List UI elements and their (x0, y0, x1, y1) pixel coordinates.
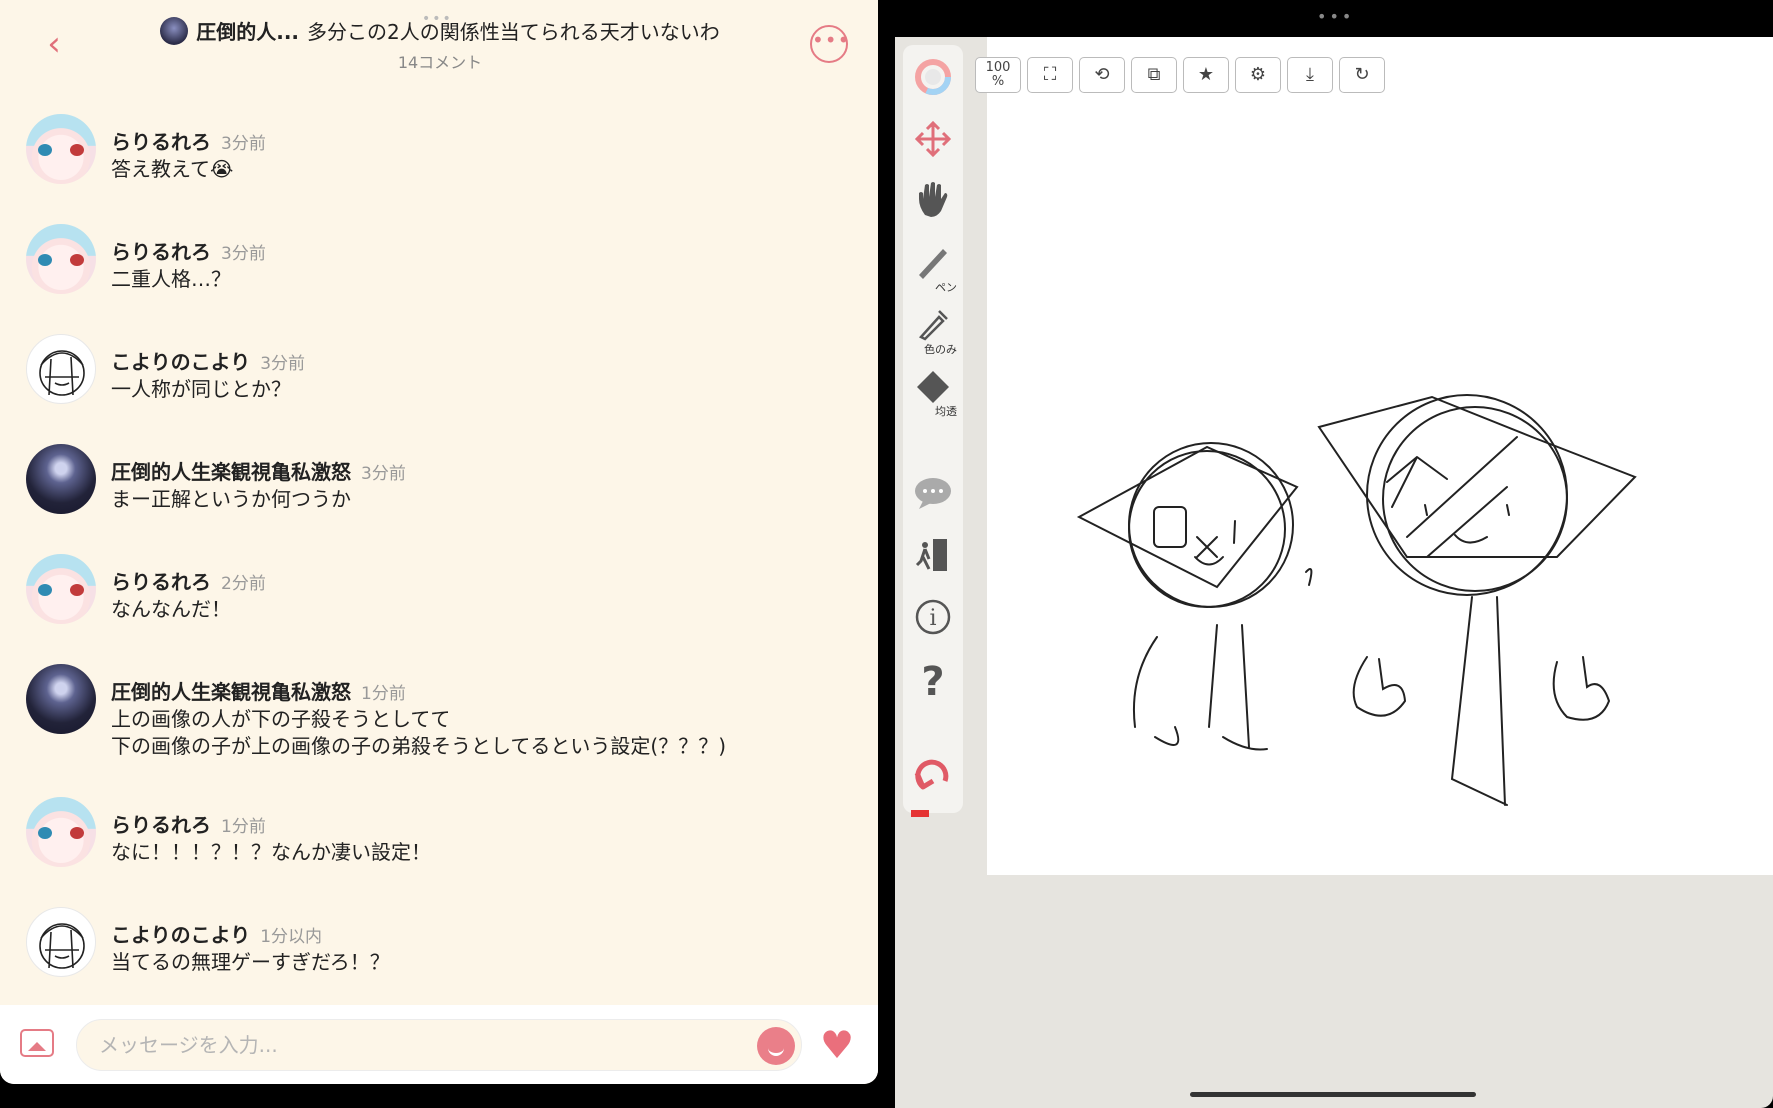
tool-label-eyedropper: 色のみ (924, 343, 957, 356)
top-toolbar: 100 % ⛶ ⟲ ⧉ ★ ⚙ ⤓ ↻ (975, 57, 1385, 93)
chevron-left-icon: ‹ (47, 24, 61, 64)
comment-text: 答え教えて😭 (111, 157, 234, 181)
flip-icon[interactable]: ⧉ (1131, 57, 1177, 93)
comment-header: 圧倒的人生楽観視亀私激怒 3分前 (111, 456, 406, 485)
tool-label-pen: ペン (935, 281, 957, 294)
comment-header: 圧倒的人生楽観視亀私激怒 1分前 (111, 676, 406, 705)
comment-count: 14コメント (397, 53, 483, 72)
more-options-button[interactable]: ••• (810, 25, 851, 63)
comment-text: 二重人格…？ (111, 267, 231, 291)
comment-time: 3分前 (221, 134, 266, 154)
comment-panel: ••• ‹ 圧倒的人... 多分この2人の関係性当てられる天才いないわ 14コメ… (0, 0, 878, 1084)
comment-text: なんなんだ！ (111, 597, 231, 621)
comment-time: 1分以内 (260, 927, 323, 947)
comment-header: らりるれろ 1分前 (111, 809, 266, 838)
avatar[interactable] (26, 444, 96, 514)
star-icon[interactable]: ★ (1183, 57, 1229, 93)
back-button[interactable]: ‹ (36, 24, 72, 64)
chat-icon[interactable] (903, 475, 963, 525)
comment-header: らりるれろ 3分前 (111, 236, 266, 265)
avatar[interactable] (26, 907, 96, 977)
hand-icon[interactable] (903, 179, 963, 229)
sketch-drawing (1076, 394, 1637, 806)
undo-icon[interactable] (903, 757, 963, 807)
comment-text: まー正解というか何つうか (111, 487, 351, 511)
avatar[interactable] (160, 16, 189, 45)
svg-text:i: i (929, 606, 936, 631)
avatar[interactable] (26, 554, 96, 624)
comment-author[interactable]: 圧倒的人生楽観視亀私激怒 (111, 460, 351, 484)
post-header: 圧倒的人... 多分この2人の関係性当てられる天才いないわ 14コメント (140, 16, 740, 73)
comment-time: 2分前 (221, 574, 266, 594)
comment-header: こよりのこより 3分前 (111, 346, 305, 375)
drawing-app: ペン 色のみ 均透 i ? 100 % ⛶ ⟲ ⧉ ★ ⚙ ⤓ ↻ (895, 37, 1773, 1108)
comment-time: 1分前 (361, 684, 406, 704)
comment-time: 3分前 (260, 354, 306, 374)
comment-author[interactable]: らりるれろ (111, 240, 211, 264)
zoom-button[interactable]: 100 % (975, 57, 1021, 93)
zoom-label: 100 % (985, 60, 1011, 89)
message-input-bar: ♥ (0, 1005, 878, 1084)
home-indicator-right (1190, 1092, 1476, 1097)
comment-header: らりるれろ 3分前 (111, 126, 266, 155)
side-toolbar: ペン 色のみ 均透 i ? (903, 45, 963, 817)
message-input[interactable] (76, 1019, 802, 1071)
download-icon[interactable]: ⤓ (1287, 57, 1333, 93)
smile-icon[interactable] (757, 1027, 795, 1065)
fit-screen-icon[interactable]: ⛶ (1027, 57, 1073, 93)
comment-time: 1分前 (221, 817, 266, 837)
eraser-icon[interactable]: 均透 (903, 365, 963, 418)
comment-header: こよりのこより 1分以内 (111, 919, 322, 948)
comment-text: 一人称が同じとか？ (111, 377, 291, 401)
comment-time: 3分前 (361, 464, 406, 484)
exit-icon[interactable] (903, 535, 963, 585)
image-icon[interactable] (20, 1029, 54, 1057)
avatar[interactable] (26, 334, 96, 404)
comment-author[interactable]: こよりのこより (111, 350, 250, 374)
comment-author[interactable]: こよりのこより (111, 923, 250, 947)
undo-indicator (911, 810, 929, 817)
help-icon[interactable]: ? (903, 657, 963, 707)
post-author[interactable]: 圧倒的人... (196, 16, 299, 45)
comment-header: らりるれろ 2分前 (111, 566, 266, 595)
comment-author[interactable]: らりるれろ (111, 130, 211, 154)
more-horizontal-icon: ••• (812, 28, 851, 52)
comment-time: 3分前 (221, 244, 266, 264)
info-icon[interactable]: i (903, 597, 963, 647)
avatar[interactable] (26, 224, 96, 294)
avatar[interactable] (26, 664, 96, 734)
color-wheel-icon[interactable] (903, 59, 963, 109)
comment-text: 上の画像の人が下の子殺そうとしてて 下の画像の子が上の画像の子の弟殺そうとしてる… (111, 707, 727, 758)
comment-author[interactable]: 圧倒的人生楽観視亀私激怒 (111, 680, 351, 704)
move-icon[interactable] (903, 119, 963, 169)
comment-author[interactable]: らりるれろ (111, 813, 211, 837)
post-title: 多分この2人の関係性当てられる天才いないわ (307, 20, 720, 44)
comment-author[interactable]: らりるれろ (111, 570, 211, 594)
avatar[interactable] (26, 114, 96, 184)
comment-text: なに！！！？！？なんか凄い設定！ (111, 840, 431, 864)
comment-text: 当てるの無理ゲーすぎだろ！？ (111, 950, 390, 974)
pen-icon[interactable]: ペン (903, 241, 963, 294)
redo-icon[interactable]: ↻ (1339, 57, 1385, 93)
heart-icon[interactable]: ♥ (820, 1025, 854, 1065)
eyedropper-icon[interactable]: 色のみ (903, 303, 963, 356)
tool-label-eraser: 均透 (935, 405, 957, 418)
rotate-icon[interactable]: ⟲ (1079, 57, 1125, 93)
gear-icon[interactable]: ⚙ (1235, 57, 1281, 93)
avatar[interactable] (26, 797, 96, 867)
drawing-canvas[interactable] (987, 37, 1773, 875)
window-grabber-dots-right[interactable]: ••• (1317, 9, 1354, 25)
